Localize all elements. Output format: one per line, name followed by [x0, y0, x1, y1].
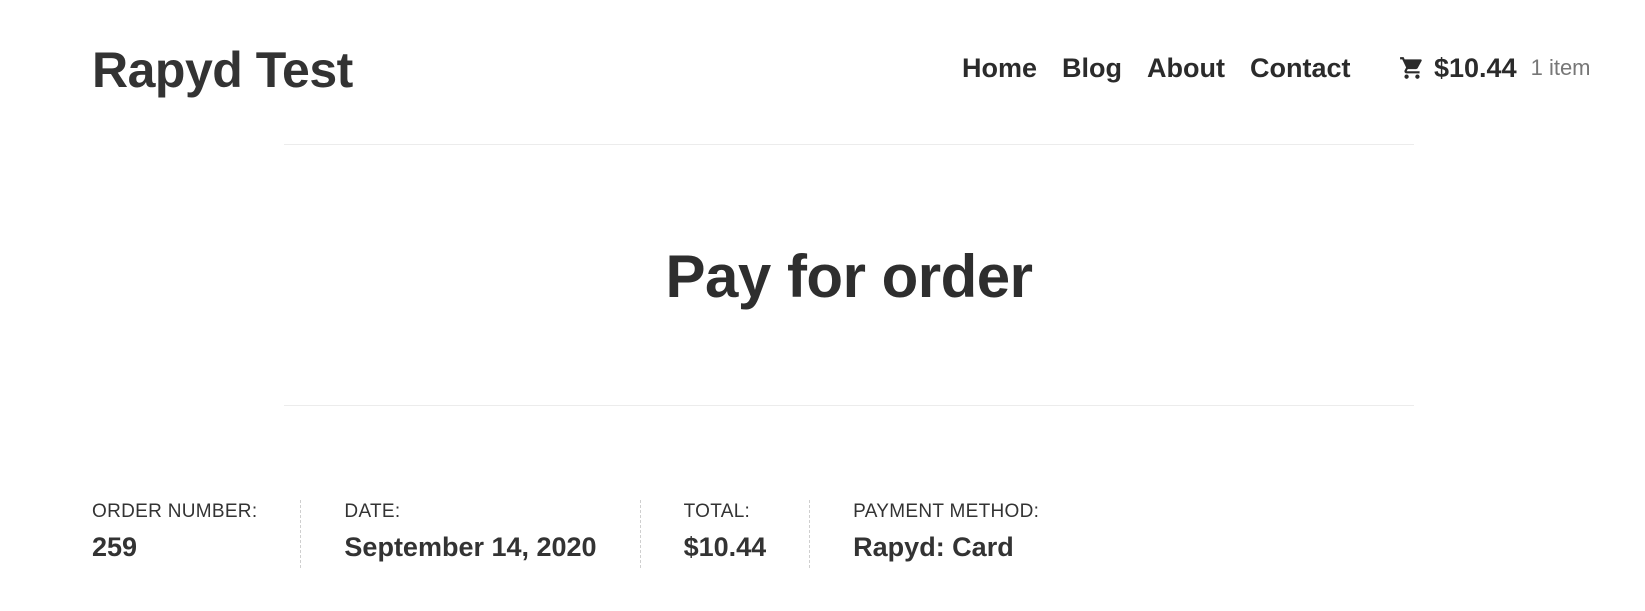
order-number-value: 259: [92, 532, 138, 562]
payment-method: PAYMENT METHOD: Rapyd: Card: [853, 500, 1039, 568]
main-navigation: Home Blog About Contact: [962, 50, 1350, 86]
nav-home[interactable]: Home: [962, 50, 1037, 86]
shopping-cart-icon: [1398, 55, 1426, 81]
cart-amount: $10.44: [1434, 53, 1517, 83]
divider-bottom: [284, 405, 1414, 406]
order-total: TOTAL: $10.44: [684, 500, 767, 568]
order-date-label: DATE:: [344, 501, 401, 522]
nav-blog[interactable]: Blog: [1062, 50, 1122, 86]
order-total-value: $10.44: [683, 532, 767, 562]
overview-separator: [639, 500, 641, 568]
order-date-value: September 14, 2020: [344, 532, 597, 562]
order-number: ORDER NUMBER: 259: [92, 500, 257, 568]
overview-separator: [809, 500, 811, 568]
nav-about[interactable]: About: [1147, 50, 1225, 86]
order-number-label: ORDER NUMBER:: [92, 501, 258, 522]
order-total-label: TOTAL:: [683, 501, 751, 522]
cart-link[interactable]: $10.44 1 item: [1398, 50, 1591, 86]
cart-item-count: 1 item: [1530, 55, 1591, 80]
site-title[interactable]: Rapyd Test: [92, 40, 353, 100]
page-title: Pay for order: [665, 243, 1033, 310]
order-date: DATE: September 14, 2020: [344, 500, 596, 568]
divider-top: [284, 144, 1414, 145]
overview-separator: [300, 500, 302, 568]
payment-method-label: PAYMENT METHOD:: [853, 501, 1040, 522]
nav-contact[interactable]: Contact: [1250, 50, 1351, 86]
order-overview: ORDER NUMBER: 259 DATE: September 14, 20…: [92, 500, 1039, 568]
payment-method-value: Rapyd: Card: [853, 532, 1014, 562]
